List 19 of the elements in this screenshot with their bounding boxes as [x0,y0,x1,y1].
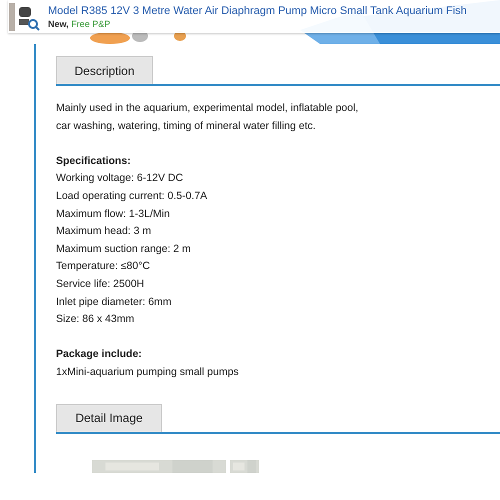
shipping-text: Free P&P [71,18,110,28]
spec-line: Maximum flow: 1-3L/Min [56,206,171,222]
section-tab[interactable]: Description [56,56,153,84]
package-line: 1xMini-aquarium pumping small pumps [56,364,240,380]
section-heading: Specifications: [56,154,132,169]
spec-line: Maximum suction range: 2 m [56,242,192,257]
spec-line: Temperature: ≤80°C [56,259,152,274]
spec-line: Size: 86 x 43mm [56,312,136,328]
spec-line: Service life: 2500H [56,276,146,292]
section-tab[interactable]: Detail Image [56,404,162,432]
item-title[interactable]: Model R385 12V 3 Metre Water Air Diaphragm Pump Micro Small Tank Aquarium Fish [48,4,467,16]
spec-line: Load operating current: 0.5-0.7A [56,188,208,204]
spec-line: Maximum head: 3 m [56,224,152,240]
description-text: Mainly used in the aquarium, experimental model, inflatable pool, car washing, watering, timing of mineral water filling etc. [56,101,360,134]
pump-icon [8,2,40,30]
spec-line: Inlet pipe diameter: 6mm [56,294,173,310]
condition-text: New, [48,18,69,28]
spec-line: Working voltage: 6-12V DC [56,171,184,186]
section-heading: Package include: [56,347,143,362]
